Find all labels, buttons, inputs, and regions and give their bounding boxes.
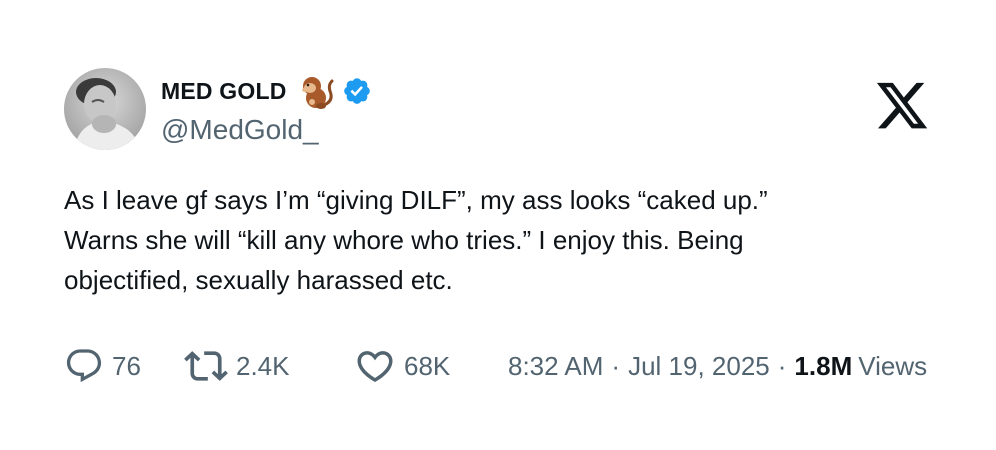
author-handle[interactable]: @MedGold_	[161, 114, 319, 146]
retweet-button[interactable]: 2.4K	[184, 344, 354, 388]
heart-icon	[357, 351, 393, 383]
reply-icon	[66, 349, 102, 383]
tweet-text: As I leave gf says I’m “giving DILF”, my…	[64, 180, 944, 300]
tweet-text-line: Warns she will “kill any whore who tries…	[64, 225, 744, 255]
retweet-icon	[184, 351, 228, 381]
verified-badge-icon	[342, 76, 372, 106]
monkey-icon	[296, 71, 336, 111]
author-name-row: MED GOLD	[161, 70, 372, 112]
display-name[interactable]: MED GOLD	[161, 78, 287, 105]
meta-separator: ·	[611, 350, 621, 381]
tweet-text-line: As I leave gf says I’m “giving DILF”, my…	[64, 185, 768, 215]
profile-photo	[64, 68, 146, 150]
meta-separator: ·	[777, 350, 787, 381]
like-button[interactable]: 68K	[354, 345, 508, 387]
x-logo-icon[interactable]	[874, 82, 930, 134]
tweet-date[interactable]: Jul 19, 2025	[628, 351, 770, 382]
retweet-count: 2.4K	[236, 350, 290, 381]
views-count: 1.8M	[794, 350, 853, 381]
reply-count: 76	[112, 350, 141, 381]
like-count: 68K	[404, 350, 451, 381]
tweet-time[interactable]: 8:32 AM	[508, 351, 603, 382]
tweet-text-line: objectified, sexually harassed etc.	[64, 265, 453, 295]
avatar[interactable]	[64, 68, 146, 150]
views-label: Views	[858, 350, 928, 381]
tweet-footer: 76 2.4K 68K 8:32 AM · Jul 19, 2025 · 1.8…	[64, 344, 927, 388]
tweet-card: MED GOLD @MedGold_ As I leave gf says I’…	[0, 0, 996, 450]
tweet-meta: 8:32 AM · Jul 19, 2025 · 1.8M Views	[508, 351, 927, 382]
reply-button[interactable]: 76	[64, 346, 184, 386]
